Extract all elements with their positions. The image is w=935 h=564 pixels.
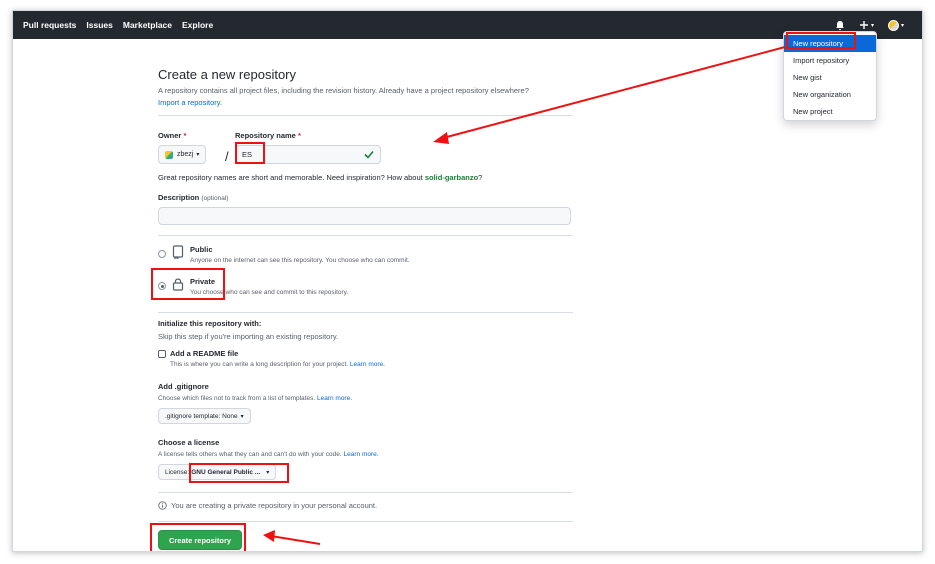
annotation-arrows [263, 46, 786, 545]
annotation-arrow-line [442, 46, 786, 139]
annotation-arrowhead [263, 530, 275, 542]
browser-frame: Pull requests Issues Marketplace Explore… [12, 10, 923, 552]
annotation-arrowhead [433, 132, 449, 144]
annotation-arrow-line [270, 535, 321, 545]
